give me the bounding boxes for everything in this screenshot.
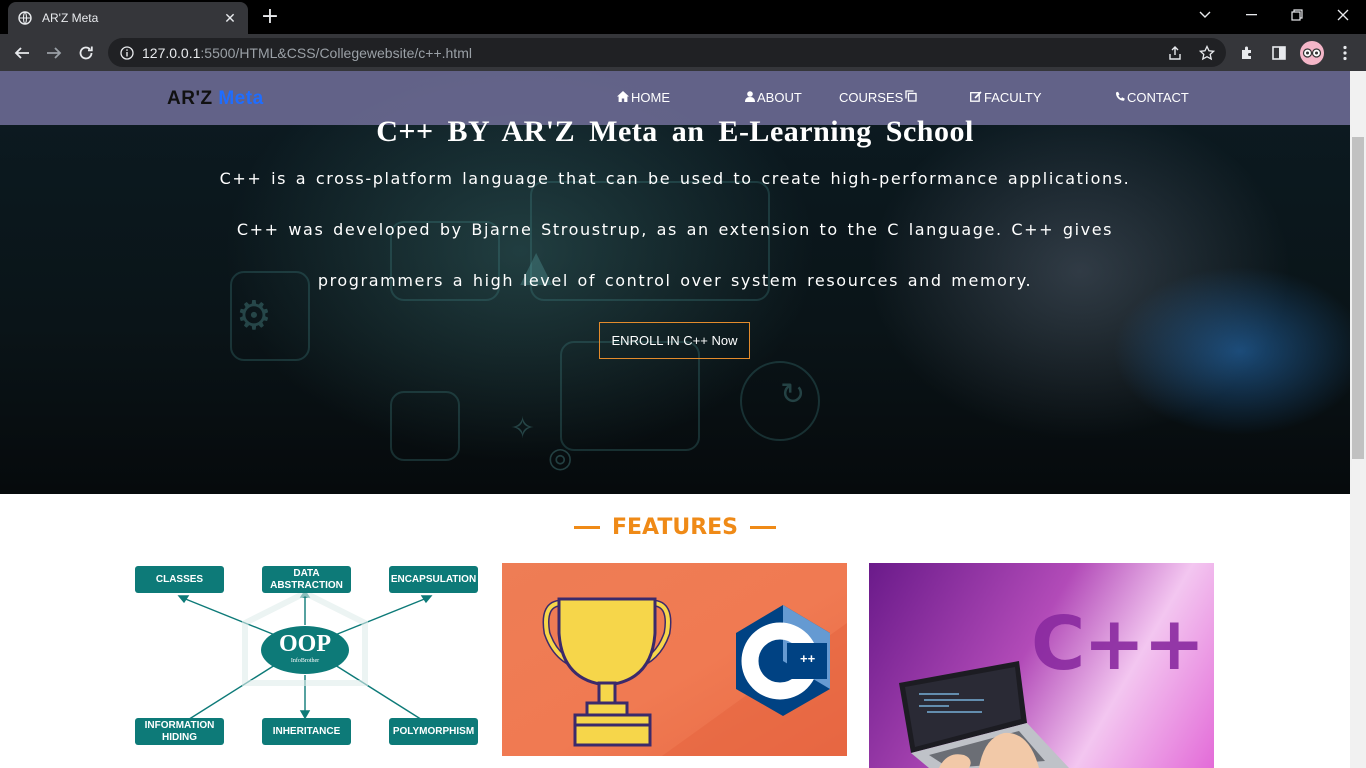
nav-home[interactable]: HOME (617, 90, 670, 105)
address-bar[interactable]: 127.0.0.1:5500/HTML&CSS/Collegewebsite/c… (108, 38, 1226, 67)
hero-description-line-3: programmers a high level of control over… (317, 271, 1033, 290)
trophy-illustration (542, 597, 847, 756)
oop-center-sub: InfoBrother (290, 658, 320, 664)
nav-courses-label: COURSES (839, 90, 904, 105)
heading-dash-left (573, 526, 600, 529)
target-icon: ◎ (548, 441, 573, 474)
close-window-button[interactable] (1320, 0, 1366, 30)
brand-part1: AR'Z (167, 88, 213, 109)
tab-title: AR'Z Meta (42, 11, 99, 25)
hero-description-line-2: C++ was developed by Bjarne Stroustrup, … (236, 220, 1114, 239)
refresh-icon: ↻ (780, 377, 806, 412)
oop-data-abstraction-line-1: DATA (293, 567, 320, 579)
close-icon[interactable]: ✕ (222, 10, 238, 26)
page-scrollbar[interactable] (1350, 71, 1366, 768)
user-icon (745, 90, 755, 105)
back-button[interactable] (9, 40, 35, 66)
page-viewport: ⚙ ◎ ✧ ▲ ↻ AR'Z Meta HOME ABOUT COURSES F… (0, 71, 1350, 768)
edit-icon (970, 90, 982, 105)
nav-about[interactable]: ABOUT (745, 90, 802, 105)
share-icon[interactable] (1162, 38, 1188, 67)
features-heading: FEATURES (0, 515, 1350, 540)
bookmark-star-icon[interactable] (1194, 38, 1220, 67)
oop-information-hiding: INFORMATION HIDING (135, 718, 224, 745)
phone-icon (1115, 90, 1125, 105)
browser-tab[interactable]: AR'Z Meta ✕ (8, 2, 248, 34)
oop-encapsulation: ENCAPSULATION (389, 566, 478, 593)
heading-dash-right (750, 526, 777, 529)
oop-information-hiding-line-2: HIDING (162, 731, 197, 743)
home-icon (617, 90, 629, 105)
menu-icon[interactable] (1332, 40, 1358, 66)
browser-tabbar: AR'Z Meta ✕ + (0, 0, 1366, 34)
feature-card-laptop[interactable]: C++ (869, 563, 1214, 768)
extensions-icon[interactable] (1234, 40, 1260, 66)
oop-polymorphism: POLYMORPHISM (389, 718, 478, 745)
nav-faculty-label: FACULTY (984, 90, 1042, 105)
browser-toolbar: 127.0.0.1:5500/HTML&CSS/Collegewebsite/c… (0, 34, 1366, 71)
info-icon[interactable] (120, 45, 134, 60)
oop-inheritance: INHERITANCE (262, 718, 351, 745)
oop-data-abstraction: DATA ABSTRACTION (262, 566, 351, 593)
restore-button[interactable] (1274, 0, 1320, 30)
hero-bg-decoration (390, 391, 460, 461)
copy-icon (905, 90, 917, 105)
gear-icon: ⚙ (236, 293, 272, 339)
feature-card-trophy[interactable]: ++ (502, 563, 847, 756)
hero-description-line-1: C++ is a cross-platform language that ca… (219, 169, 1131, 188)
nav-home-label: HOME (631, 90, 670, 105)
features-title: FEATURES (611, 515, 739, 540)
globe-icon (18, 11, 32, 25)
site-logo[interactable]: AR'Z Meta (167, 88, 264, 110)
reload-button[interactable] (73, 40, 99, 66)
nav-courses[interactable]: COURSES (839, 90, 917, 105)
url-path: :5500/HTML&CSS/Collegewebsite/c++.html (200, 44, 472, 61)
oop-center-label: OOP (279, 631, 331, 657)
oop-center: OOP InfoBrother (261, 626, 349, 674)
hero-section: ⚙ ◎ ✧ ▲ ↻ AR'Z Meta HOME ABOUT COURSES F… (0, 71, 1350, 494)
lightbulb-icon: ✧ (510, 411, 536, 446)
new-tab-button[interactable]: + (258, 6, 282, 30)
minimize-button[interactable] (1228, 0, 1274, 30)
oop-classes: CLASSES (135, 566, 224, 593)
profile-avatar[interactable] (1300, 41, 1324, 65)
nav-about-label: ABOUT (757, 90, 802, 105)
url-host: 127.0.0.1 (142, 44, 201, 61)
cpp-logo-plus: ++ (800, 651, 816, 666)
laptop-illustration (899, 661, 1069, 768)
side-panel-icon[interactable] (1266, 40, 1292, 66)
scrollbar-thumb[interactable] (1352, 137, 1364, 459)
feature-card-oop[interactable]: CLASSES DATA ABSTRACTION ENCAPSULATION O… (135, 563, 480, 768)
tab-search-icon[interactable] (1182, 0, 1228, 30)
oop-information-hiding-line-1: INFORMATION (144, 719, 215, 731)
enroll-button[interactable]: ENROLL IN C++ Now (599, 322, 750, 359)
nav-faculty[interactable]: FACULTY (970, 90, 1042, 105)
hero-title: C++ BY AR'Z Meta an E-Learning School (376, 115, 974, 148)
nav-contact[interactable]: CONTACT (1115, 90, 1189, 105)
forward-button[interactable] (41, 40, 67, 66)
oop-data-abstraction-line-2: ABSTRACTION (270, 579, 343, 591)
brand-part2: Meta (218, 88, 264, 109)
nav-contact-label: CONTACT (1127, 90, 1189, 105)
